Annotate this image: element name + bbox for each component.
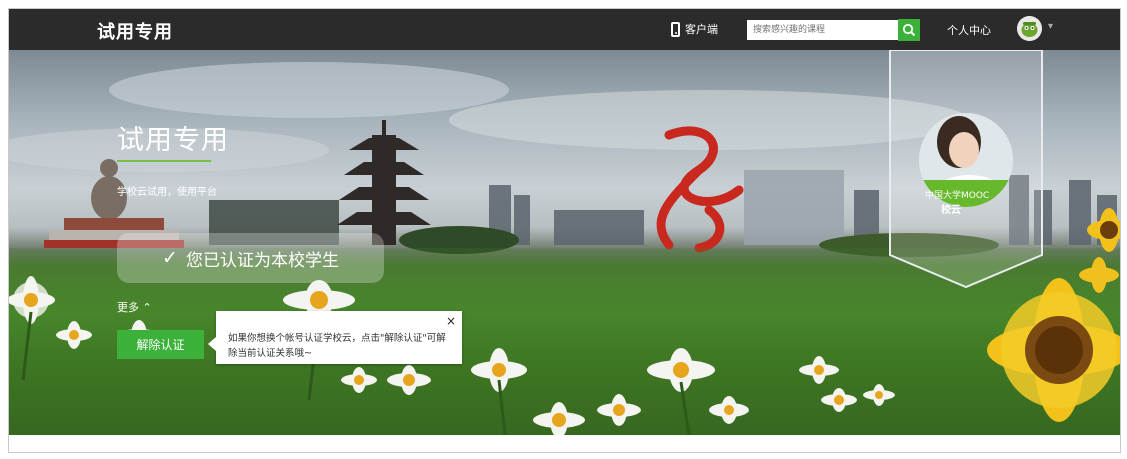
more-toggle[interactable]: 更多 ⌃ [117, 299, 152, 315]
school-subtitle: 学校云试用，使用平台 [117, 187, 217, 198]
top-navigation-bar: 试用专用 客户端 个人中心 ▾ [9, 9, 1120, 50]
close-icon[interactable]: × [446, 314, 456, 328]
user-avatar-image [1017, 16, 1042, 41]
client-label: 客户端 [685, 23, 718, 36]
caret-down-icon[interactable]: ▾ [1048, 21, 1053, 32]
badge-name: 校云 [941, 205, 961, 216]
title-underline [117, 160, 211, 162]
badge-tagline: 中国大学MOOC [925, 191, 990, 201]
content-area [9, 435, 1120, 452]
unbind-verification-button[interactable]: 解除认证 [117, 330, 204, 359]
verification-status-badge: ✓ 您已认证为本校学生 [117, 233, 384, 283]
verification-status-text: 您已认证为本校学生 [185, 250, 339, 271]
client-download-link[interactable]: 客户端 [671, 21, 718, 37]
tooltip-text: 如果你想换个帐号认证学校云，点击"解除认证"可解除当前认证关系哦~ [228, 333, 446, 359]
site-brand[interactable]: 试用专用 [97, 18, 173, 44]
personal-center-link[interactable]: 个人中心 [947, 22, 991, 38]
check-icon: ✓ [162, 247, 178, 269]
school-title: 试用专用 [117, 125, 229, 156]
phone-icon [671, 21, 680, 37]
unbind-tooltip: × 如果你想换个帐号认证学校云，点击"解除认证"可解除当前认证关系哦~ [208, 311, 462, 364]
search-button[interactable] [898, 19, 920, 41]
more-label: 更多 [117, 301, 139, 314]
chevron-up-icon: ⌃ [139, 301, 152, 314]
search-icon [902, 23, 916, 37]
school-badge [889, 50, 1043, 289]
course-search-input[interactable] [747, 20, 898, 40]
user-avatar[interactable] [1017, 16, 1042, 41]
page-frame: 试用专用 客户端 个人中心 ▾ [8, 8, 1121, 453]
school-hero-banner: 试用专用 学校云试用，使用平台 ✓ 您已认证为本校学生 更多 ⌃ 解除认证 × … [9, 50, 1120, 435]
